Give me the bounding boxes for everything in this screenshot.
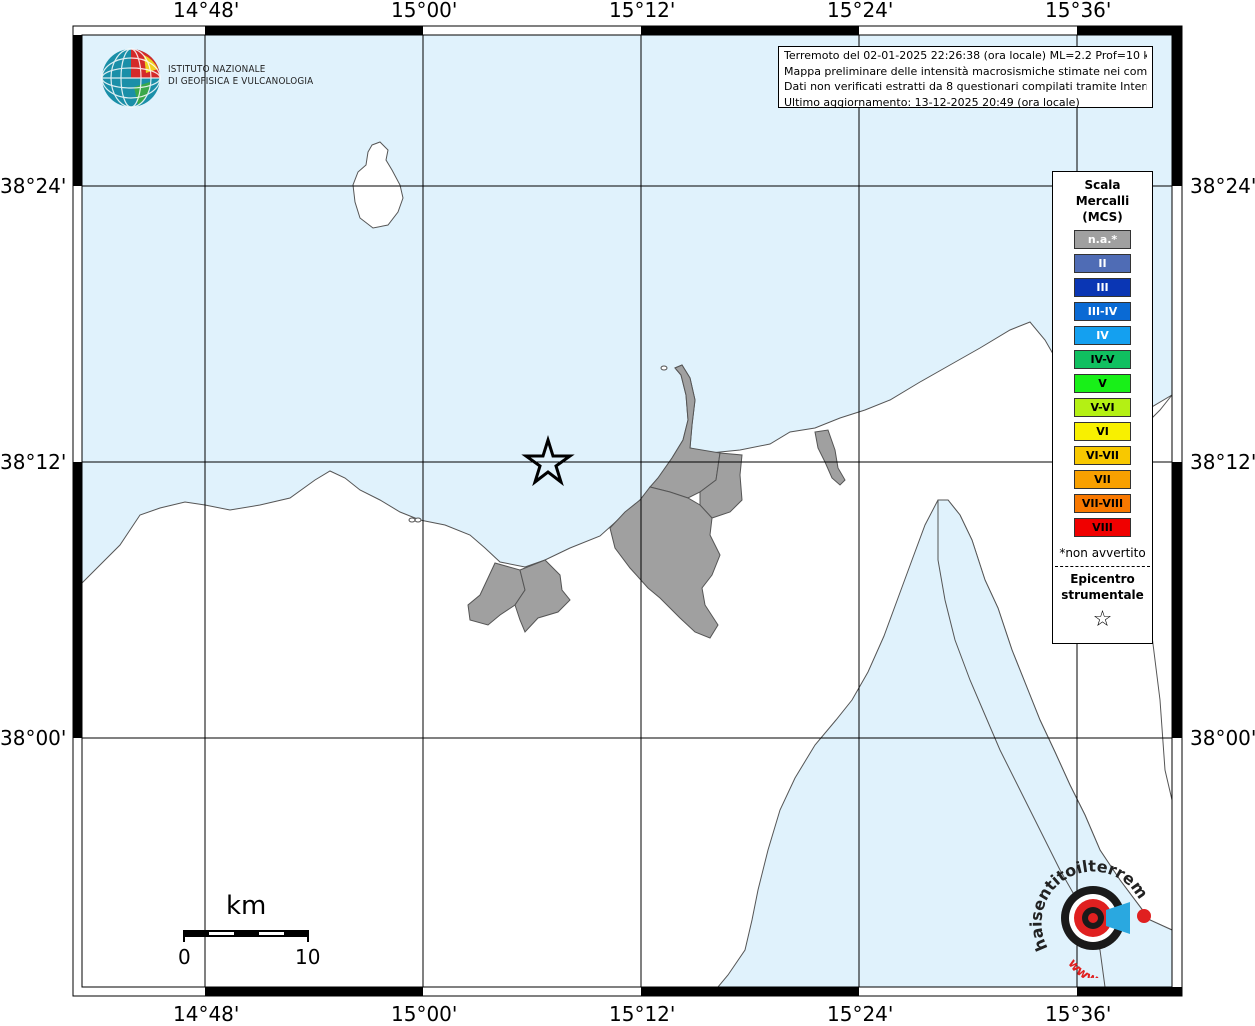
legend-item: VII-VIII xyxy=(1074,494,1131,513)
lon-label-bottom: 14°48' xyxy=(173,1002,240,1026)
lat-label-right: 38°00' xyxy=(1190,726,1255,750)
legend-item: II xyxy=(1074,254,1131,273)
legend-note: *non avvertito xyxy=(1059,546,1146,560)
info-line: Mappa preliminare delle intensità macros… xyxy=(784,64,1147,78)
legend-epicenter-label: Epicentro xyxy=(1070,572,1135,586)
info-line: Terremoto del 02-01-2025 22:26:38 (ora l… xyxy=(784,49,1147,62)
scale-max: 10 xyxy=(295,945,321,969)
lat-label-left: 38°00' xyxy=(0,726,67,750)
legend-divider xyxy=(1055,566,1150,567)
lon-label-top: 14°48' xyxy=(173,0,240,22)
globe-icon xyxy=(101,48,161,108)
ingv-logo: ISTITUTO NAZIONALE DI GEOFISICA E VULCAN… xyxy=(100,47,320,111)
info-line: Ultimo aggiornamento: 13-12-2025 20:49 (… xyxy=(784,95,1080,109)
legend-title: Mercalli xyxy=(1075,194,1130,208)
legend-item: V xyxy=(1074,374,1131,393)
legend-item: n.a.* xyxy=(1074,230,1131,249)
lon-label-bottom: 15°36' xyxy=(1045,1002,1112,1026)
legend-item: III-IV xyxy=(1074,302,1131,321)
star-icon: ☆ xyxy=(1092,607,1113,632)
lon-label-top: 15°12' xyxy=(609,0,676,22)
logo-line1: ISTITUTO NAZIONALE xyxy=(168,64,266,75)
legend-item: VIII xyxy=(1074,518,1131,537)
svg-text:www.: www. xyxy=(1065,956,1103,978)
lon-label-top: 15°00' xyxy=(391,0,458,22)
lon-label-bottom: 15°24' xyxy=(827,1002,894,1026)
legend-item: IV-V xyxy=(1074,350,1131,369)
info-line: Dati non verificati estratti da 8 questi… xyxy=(784,80,1147,93)
legend-item: V-VI xyxy=(1074,398,1131,417)
mcs-legend: Scala Mercalli (MCS) n.a.* II III III-IV IV I… xyxy=(1052,171,1153,644)
lat-label-right: 38°12' xyxy=(1190,450,1255,474)
lon-label-bottom: 15°00' xyxy=(391,1002,458,1026)
islet xyxy=(660,365,668,371)
lat-label-right: 38°24' xyxy=(1190,174,1255,198)
lon-label-bottom: 15°12' xyxy=(609,1002,676,1026)
earthquake-info-box: Terremoto del 02-01-2025 22:26:38 (ora l… xyxy=(778,46,1153,109)
scale-unit: km xyxy=(226,891,267,921)
legend-title: (MCS) xyxy=(1082,210,1123,224)
legend-item: VII xyxy=(1074,470,1131,489)
legend-item: IV xyxy=(1074,326,1131,345)
legend-title: Scala xyxy=(1084,178,1121,192)
legend-item: III xyxy=(1074,278,1131,297)
lat-label-left: 38°24' xyxy=(0,174,67,198)
legend-epicenter-label: strumentale xyxy=(1061,588,1144,602)
lon-label-top: 15°36' xyxy=(1045,0,1112,22)
islet xyxy=(408,517,416,523)
site-logo-url: www. xyxy=(1065,956,1103,988)
islet xyxy=(414,517,422,523)
lon-label-top: 15°24' xyxy=(827,0,894,22)
logo-line2: DI GEOFISICA E VULCANOLOGIA xyxy=(168,76,314,87)
scale-min: 0 xyxy=(178,945,191,969)
site-logo: haisentitoilterremoto.it www. xyxy=(1023,843,1163,988)
lat-label-left: 38°12' xyxy=(0,450,67,474)
legend-item: VI-VII xyxy=(1074,446,1131,465)
legend-item: VI xyxy=(1074,422,1131,441)
